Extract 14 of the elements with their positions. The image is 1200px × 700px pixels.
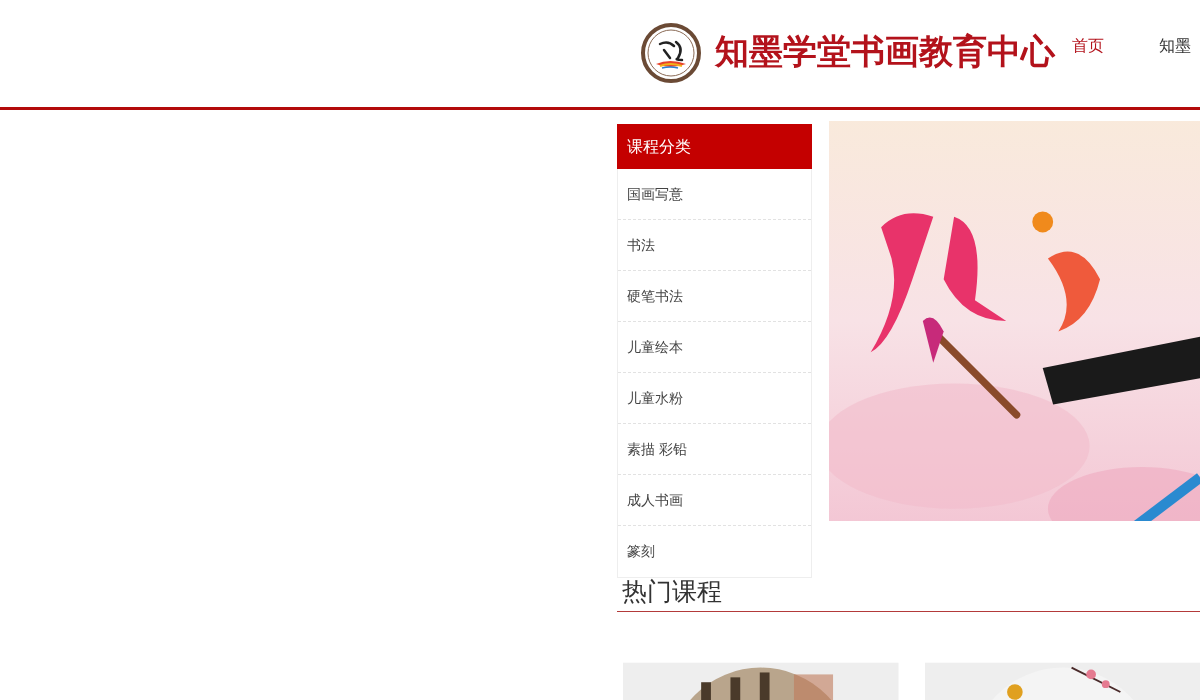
category-item[interactable]: 儿童绘本 [618,322,811,373]
site-title: 知墨学堂书画教育中心 [715,31,1055,71]
category-header: 课程分类 [617,124,812,169]
category-item[interactable]: 硬笔书法 [618,271,811,322]
category-item[interactable]: 成人书画 [618,475,811,526]
section-title: 热门课程 [622,576,723,607]
category-item[interactable]: 素描 彩铅 [618,424,811,475]
category-item[interactable]: 书法 [618,220,811,271]
category-item[interactable]: 儿童水粉 [618,373,811,424]
nav-link[interactable]: 首页 [1072,36,1104,56]
category-item[interactable]: 篆刻 [618,526,811,577]
nav-link[interactable]: 知墨 [1159,36,1191,56]
logo-icon [640,22,702,84]
category-item[interactable]: 国画写意 [618,169,811,220]
